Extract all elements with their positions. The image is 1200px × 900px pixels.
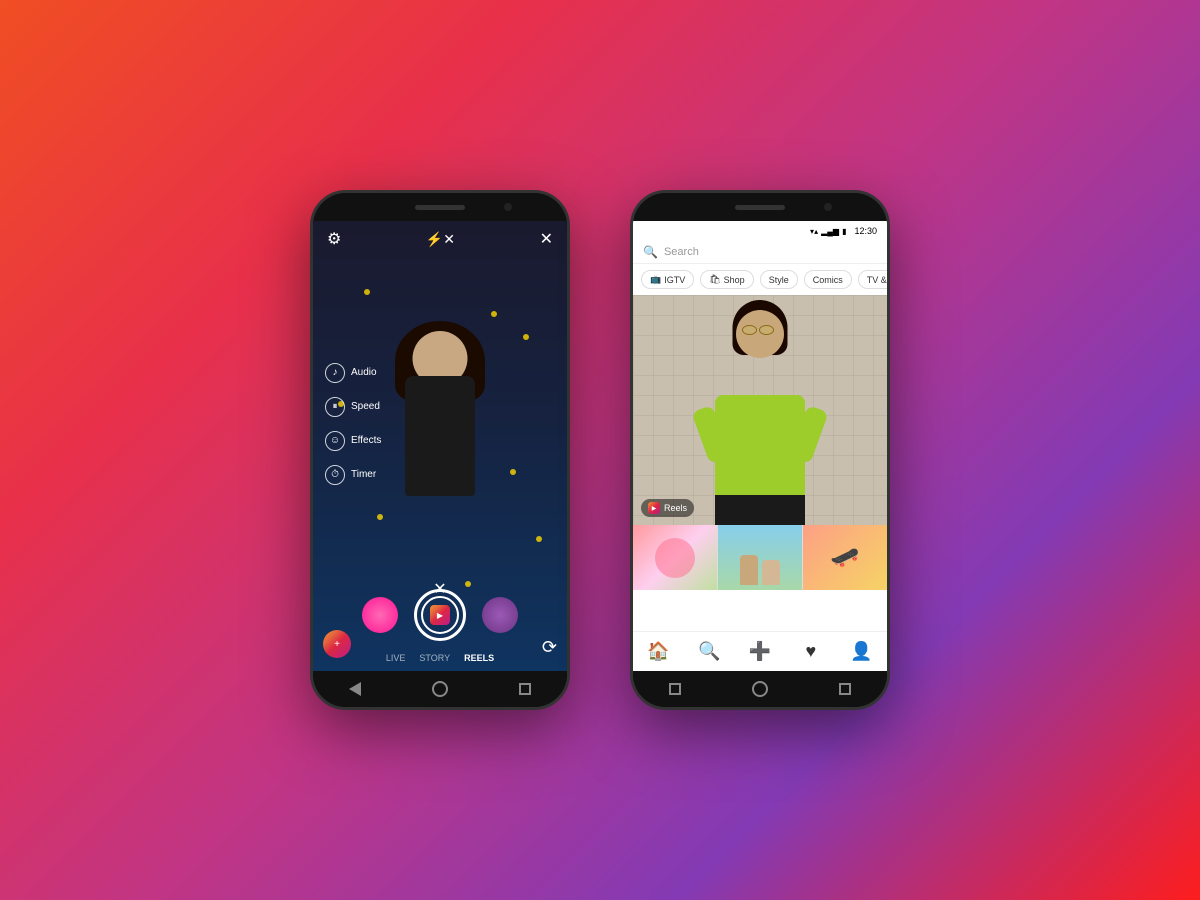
tab-style[interactable]: Style [760, 270, 798, 289]
style-label: Style [769, 275, 789, 285]
settings-icon[interactable]: ⚙ [327, 229, 341, 249]
bottom-nav: 🏠 🔍 ➕ ♥ 👤 [633, 631, 887, 671]
woman-body [405, 376, 475, 496]
speed-icon: ⏸ [325, 397, 345, 417]
effects-menu-item[interactable]: ☺ Effects [325, 431, 381, 451]
reels-shutter-icon: ▶ [430, 605, 450, 625]
reels-badge: ▶ Reels [641, 499, 694, 517]
add-nav-button[interactable]: ➕ [745, 637, 775, 667]
sparkle-5 [377, 514, 383, 520]
comics-label: Comics [813, 275, 843, 285]
audio-label: Audio [351, 367, 377, 378]
explore-main-content: ▶ Reels [633, 295, 887, 631]
timer-menu-item[interactable]: ⏱ Timer [325, 465, 381, 485]
camera-side-menu: ♪ Audio ⏸ Speed ☺ Effects ⏱ Timer [325, 363, 381, 485]
back-button[interactable] [349, 682, 361, 696]
tab-igtv[interactable]: 📺 IGTV [641, 270, 694, 289]
man-figure [700, 395, 820, 525]
right-speaker [735, 205, 785, 210]
activity-nav-button[interactable]: ♥ [796, 637, 826, 667]
speed-menu-item[interactable]: ⏸ Speed [325, 397, 381, 417]
right-front-camera [824, 203, 832, 211]
search-nav-button[interactable]: 🔍 [694, 637, 724, 667]
right-phone-bottom-bar [633, 671, 887, 707]
home-nav-button[interactable]: 🏠 [643, 637, 673, 667]
explore-content-area: ▾▴ ▂▄▆ ▮ 12:30 🔍 Search 📺 IGTV 🛍 [633, 221, 887, 671]
audio-icon: ♪ [325, 363, 345, 383]
reels-badge-text: Reels [664, 503, 687, 513]
tab-tv-movies[interactable]: TV & Movies [858, 270, 887, 289]
sparkle-8 [491, 311, 497, 317]
right-back-button[interactable] [839, 683, 851, 695]
search-icon: 🔍 [643, 245, 658, 259]
left-phone: ⚙ ⚡✕ ✕ ♪ Audio ⏸ Speed ☺ Effects [310, 190, 570, 710]
mode-reels[interactable]: REELS [464, 653, 494, 663]
thumbnail-skate[interactable]: 🛹 [803, 525, 887, 590]
audio-menu-item[interactable]: ♪ Audio [325, 363, 381, 383]
front-camera [504, 203, 512, 211]
left-phone-bottom-bar [313, 671, 567, 707]
timer-label: Timer [351, 469, 376, 480]
thumbnail-grid: 🛹 [633, 525, 887, 590]
flip-camera-button[interactable]: ⟳ [542, 637, 557, 658]
speed-label: Speed [351, 401, 380, 412]
search-input[interactable]: Search [664, 246, 877, 258]
effects-icon: ☺ [325, 431, 345, 451]
mode-story[interactable]: STORY [419, 653, 450, 663]
effects-label: Effects [351, 435, 381, 446]
mode-live[interactable]: LIVE [386, 653, 406, 663]
right-recents-button[interactable] [669, 683, 681, 695]
timer-icon: ⏱ [325, 465, 345, 485]
speaker [415, 205, 465, 210]
tab-shop[interactable]: 🛍 Shop [700, 270, 753, 289]
sparkle-2 [523, 334, 529, 340]
shutter-button[interactable]: ▶ [414, 589, 466, 641]
sparkle-4 [510, 469, 516, 475]
shutter-inner: ▶ [421, 596, 459, 634]
close-icon[interactable]: ✕ [540, 229, 553, 249]
tv-movies-label: TV & Movies [867, 275, 887, 285]
right-phone-top-bar [633, 193, 887, 221]
main-video[interactable]: ▶ Reels [633, 295, 887, 525]
signal-icon: ▂▄▆ [821, 227, 839, 236]
right-home-button[interactable] [752, 681, 768, 697]
thumbnail-flowers[interactable] [633, 525, 717, 590]
purple-filter-button[interactable] [482, 597, 518, 633]
battery-icon: ▮ [842, 227, 846, 236]
shutter-row: ▶ [313, 589, 567, 641]
reels-background: ⚙ ⚡✕ ✕ ♪ Audio ⏸ Speed ☺ Effects [313, 221, 567, 671]
camera-avatar[interactable]: + [323, 630, 351, 658]
wifi-icon: ▾▴ [810, 227, 818, 236]
video-background [633, 295, 887, 525]
thumbnail-couple[interactable] [718, 525, 802, 590]
camera-mode-row: + LIVE STORY REELS ⟳ [313, 653, 567, 663]
profile-nav-button[interactable]: 👤 [847, 637, 877, 667]
sparkle-7 [536, 536, 542, 542]
camera-top-bar: ⚙ ⚡✕ ✕ [313, 229, 567, 249]
reels-camera-screen: ⚙ ⚡✕ ✕ ♪ Audio ⏸ Speed ☺ Effects [313, 221, 567, 671]
igtv-label: IGTV [664, 275, 685, 285]
explore-screen: ▾▴ ▂▄▆ ▮ 12:30 🔍 Search 📺 IGTV 🛍 [633, 221, 887, 671]
shop-label: Shop [724, 275, 745, 285]
woman-figure [385, 331, 495, 591]
sparkle-1 [364, 289, 370, 295]
right-phone: ▾▴ ▂▄▆ ▮ 12:30 🔍 Search 📺 IGTV 🛍 [630, 190, 890, 710]
status-icons: ▾▴ ▂▄▆ ▮ [810, 227, 846, 236]
flash-icon[interactable]: ⚡✕ [426, 231, 455, 248]
shop-icon: 🛍 [709, 274, 720, 285]
status-bar: ▾▴ ▂▄▆ ▮ 12:30 [633, 221, 887, 241]
status-time: 12:30 [854, 226, 877, 236]
recents-button[interactable] [519, 683, 531, 695]
explore-tabs: 📺 IGTV 🛍 Shop Style Comics TV & Movies [633, 264, 887, 295]
tab-comics[interactable]: Comics [804, 270, 852, 289]
reels-badge-icon: ▶ [648, 502, 660, 514]
igtv-icon: 📺 [650, 274, 661, 285]
home-button[interactable] [432, 681, 448, 697]
search-bar[interactable]: 🔍 Search [633, 241, 887, 264]
pink-filter-button[interactable] [362, 597, 398, 633]
left-phone-top-bar [313, 193, 567, 221]
